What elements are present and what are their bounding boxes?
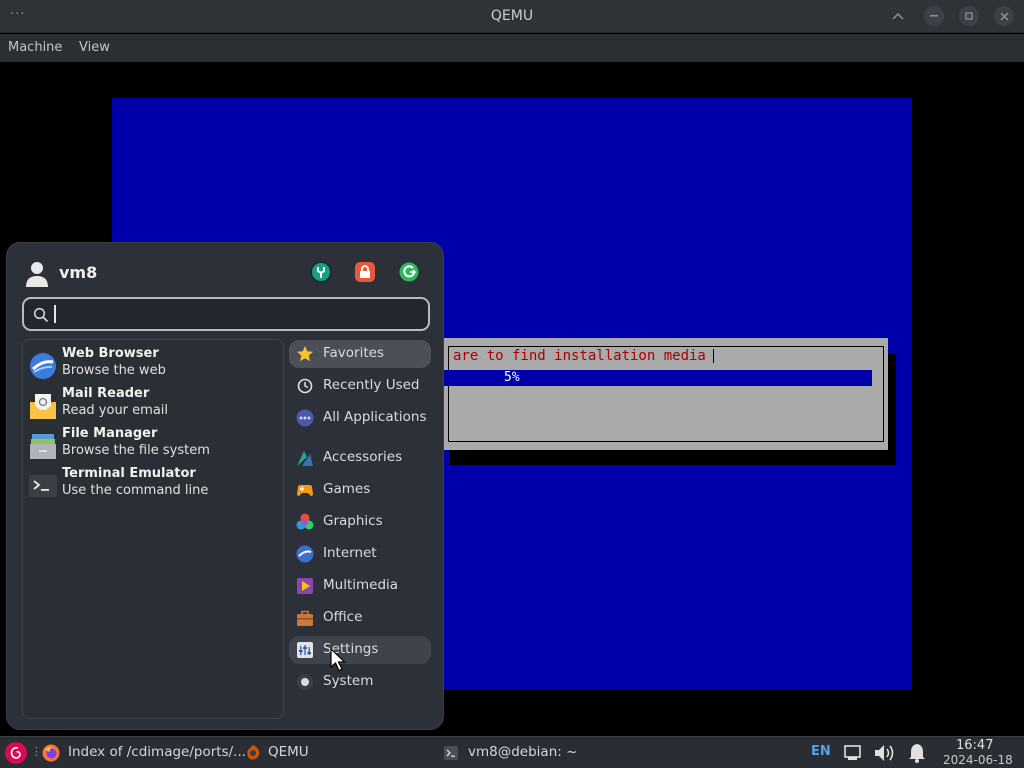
- user-icon: [26, 262, 48, 287]
- category-games[interactable]: Games: [289, 476, 431, 504]
- web-browser-icon: [30, 353, 56, 379]
- search-input[interactable]: [54, 304, 414, 324]
- category-label: Games: [323, 481, 371, 497]
- gamepad-icon: [297, 485, 313, 496]
- app-name: Mail Reader: [62, 386, 150, 401]
- star-icon: [297, 346, 313, 362]
- task-firefox[interactable]: Index of /cdimage/ports/...: [68, 744, 246, 760]
- notifications-bell-icon[interactable]: [906, 742, 928, 764]
- qemu-icon: [247, 745, 260, 760]
- progress-percent: 5%: [504, 370, 520, 385]
- category-label: Multimedia: [323, 577, 399, 593]
- network-icon[interactable]: [844, 745, 861, 761]
- debian-menu-icon[interactable]: [5, 742, 27, 764]
- category-label: All Applications: [323, 409, 427, 425]
- system-icon: [297, 674, 313, 690]
- category-list: Favorites Recently Used All Applications…: [289, 339, 433, 699]
- search-icon: [33, 307, 49, 323]
- separator-handle-icon: ⋮: [31, 745, 42, 758]
- firefox-icon: [42, 744, 60, 762]
- menu-machine[interactable]: Machine: [8, 40, 62, 55]
- category-label: Office: [323, 609, 363, 625]
- terminal-icon: [29, 475, 57, 497]
- accessories-icon: [297, 451, 313, 466]
- mail-reader-icon: [30, 394, 56, 419]
- close-window-icon[interactable]: [994, 6, 1014, 26]
- dialog-frame: are to find installation media: [448, 346, 884, 442]
- app-description: Read your email: [62, 403, 169, 418]
- app-file-manager[interactable]: File Manager Browse the file system: [29, 426, 279, 466]
- window-title: QEMU: [490, 8, 534, 24]
- shade-window-icon[interactable]: [888, 6, 908, 26]
- category-recently-used[interactable]: Recently Used: [289, 372, 431, 400]
- task-terminal[interactable]: vm8@debian: ~: [468, 744, 577, 760]
- app-name: Terminal Emulator: [62, 466, 196, 481]
- terminal-task-icon: [444, 746, 458, 760]
- favorites-list: Web Browser Browse the web Mail Reader R…: [22, 339, 284, 719]
- task-qemu[interactable]: QEMU: [268, 744, 309, 760]
- log-out-icon[interactable]: [398, 261, 420, 283]
- app-description: Browse the file system: [62, 443, 210, 458]
- category-label: Accessories: [323, 449, 403, 465]
- category-graphics[interactable]: Graphics: [289, 508, 431, 536]
- app-name: Web Browser: [62, 346, 159, 361]
- menu-view[interactable]: View: [79, 40, 110, 55]
- clock-date[interactable]: 2024-06-18: [943, 753, 1013, 767]
- briefcase-icon: [297, 610, 313, 626]
- clock-time[interactable]: 16:47: [956, 738, 993, 753]
- app-description: Use the command line: [62, 483, 209, 498]
- category-label: Internet: [323, 545, 377, 561]
- category-office[interactable]: Office: [289, 604, 431, 632]
- app-mail-reader[interactable]: Mail Reader Read your email: [29, 386, 279, 426]
- category-favorites[interactable]: Favorites: [289, 340, 431, 368]
- app-description: Browse the web: [62, 363, 166, 378]
- category-settings[interactable]: Settings: [289, 636, 431, 664]
- category-label: Graphics: [323, 513, 383, 529]
- category-label: System: [323, 673, 374, 689]
- qemu-menubar: Machine View: [0, 34, 1024, 62]
- search-box[interactable]: [22, 297, 430, 331]
- keyboard-layout[interactable]: EN: [811, 744, 831, 759]
- category-all-applications[interactable]: All Applications: [289, 404, 431, 432]
- app-web-browser[interactable]: Web Browser Browse the web: [29, 346, 279, 386]
- internet-icon: [296, 545, 314, 563]
- taskbar: ⋮ Index of /cdimage/ports/... QEMU vm8@d…: [0, 736, 1024, 768]
- category-label: Favorites: [323, 345, 384, 361]
- mouse-cursor-icon: [330, 648, 346, 672]
- maximize-window-icon[interactable]: [959, 6, 979, 26]
- multimedia-icon: [297, 578, 313, 594]
- category-system[interactable]: System: [289, 668, 431, 696]
- file-manager-icon: [30, 434, 56, 459]
- clock-icon: [297, 378, 313, 394]
- app-name: File Manager: [62, 426, 158, 441]
- category-label: Recently Used: [323, 377, 420, 393]
- lock-screen-icon[interactable]: [354, 261, 376, 283]
- category-multimedia[interactable]: Multimedia: [289, 572, 431, 600]
- username: vm8: [59, 263, 98, 282]
- installer-progress-dialog: are to find installation media 5%: [444, 338, 888, 450]
- minimize-window-icon[interactable]: [924, 6, 944, 26]
- dots-icon: [296, 409, 314, 427]
- settings-icon: [297, 642, 313, 658]
- dialog-title: are to find installation media: [449, 347, 714, 365]
- text-caret: [54, 305, 56, 323]
- volume-icon[interactable]: [873, 743, 897, 763]
- whisker-menu: vm8 Web Browser Browse the web Mail Read…: [6, 242, 444, 730]
- app-terminal-emulator[interactable]: Terminal Emulator Use the command line: [29, 466, 279, 506]
- qemu-titlebar: ··· QEMU: [0, 0, 1024, 33]
- settings-manager-icon[interactable]: [310, 261, 332, 283]
- category-internet[interactable]: Internet: [289, 540, 431, 568]
- category-accessories[interactable]: Accessories: [289, 444, 431, 472]
- graphics-icon: [296, 513, 314, 530]
